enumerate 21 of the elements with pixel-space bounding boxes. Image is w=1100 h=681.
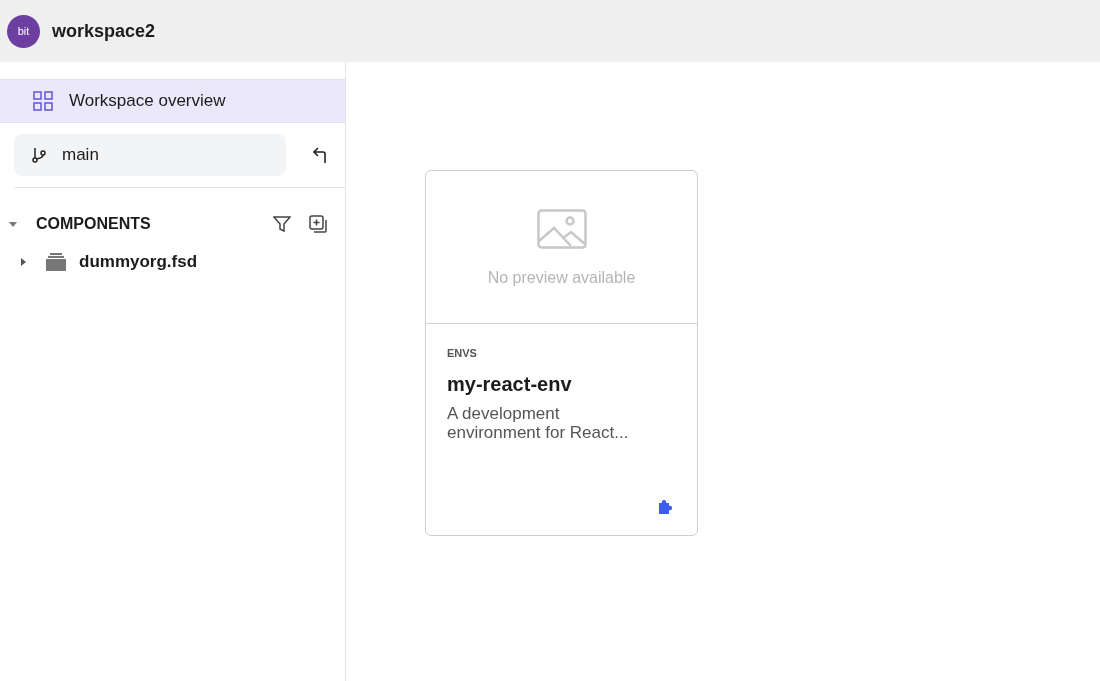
component-description: A development environment for React... xyxy=(447,403,630,442)
grid-icon xyxy=(33,91,53,111)
namespace-label: ENVS xyxy=(447,346,478,361)
logo: bit xyxy=(7,14,40,48)
filter-icon[interactable] xyxy=(273,215,291,233)
branch-icon xyxy=(32,147,46,163)
caret-icon[interactable] xyxy=(18,257,28,267)
no-preview-text: No preview available xyxy=(487,268,636,288)
puzzle-icon xyxy=(657,499,674,515)
add-component-icon[interactable] xyxy=(309,215,327,233)
component-name: my-react-env xyxy=(447,371,573,397)
folder-icon xyxy=(46,253,66,271)
caret-icon[interactable] xyxy=(8,219,18,229)
nav-item[interactable]: Workspace overview xyxy=(0,79,345,123)
branch-selector[interactable]: main xyxy=(14,134,286,176)
component-card[interactable]: No preview available ENVS my-react-env A development environment for React... xyxy=(425,170,698,536)
tree-item[interactable]: dummyorg.fsd xyxy=(0,247,345,277)
section-title: COMPONENTS xyxy=(36,214,151,234)
undo-icon[interactable] xyxy=(312,146,328,164)
image-icon xyxy=(536,209,587,249)
workspace-title: workspace2 xyxy=(52,19,156,43)
